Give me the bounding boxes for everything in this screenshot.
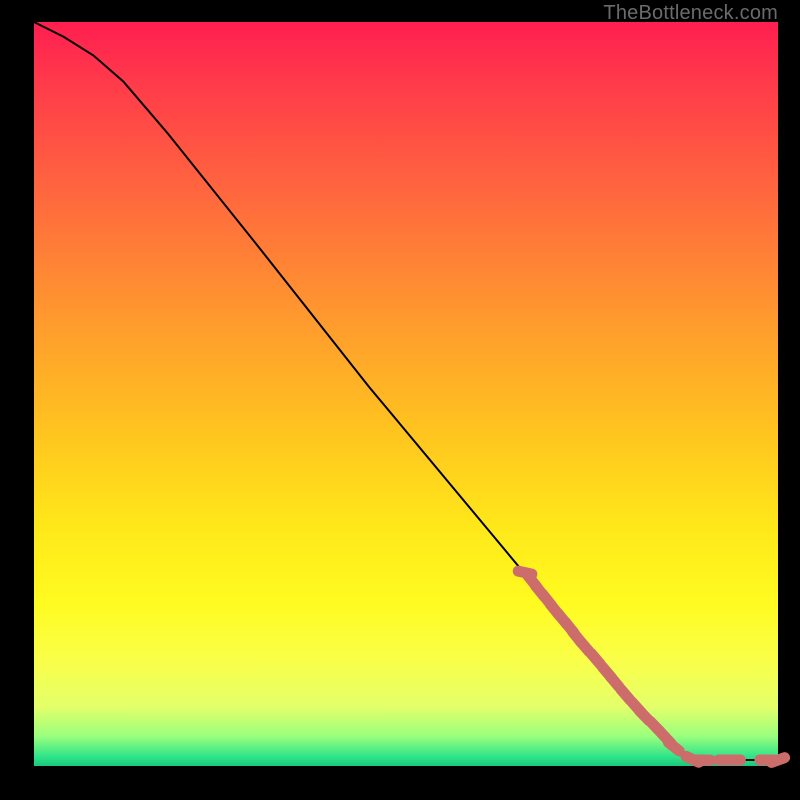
curve-svg xyxy=(34,22,778,766)
curve-marker xyxy=(610,676,619,687)
curve-marker xyxy=(771,758,784,763)
plot-area xyxy=(34,22,778,766)
curve-marker xyxy=(591,654,600,665)
chart-frame: TheBottleneck.com xyxy=(0,0,800,800)
curve-marker xyxy=(668,742,679,751)
marker-group xyxy=(518,571,784,762)
bottleneck-curve xyxy=(34,22,778,760)
